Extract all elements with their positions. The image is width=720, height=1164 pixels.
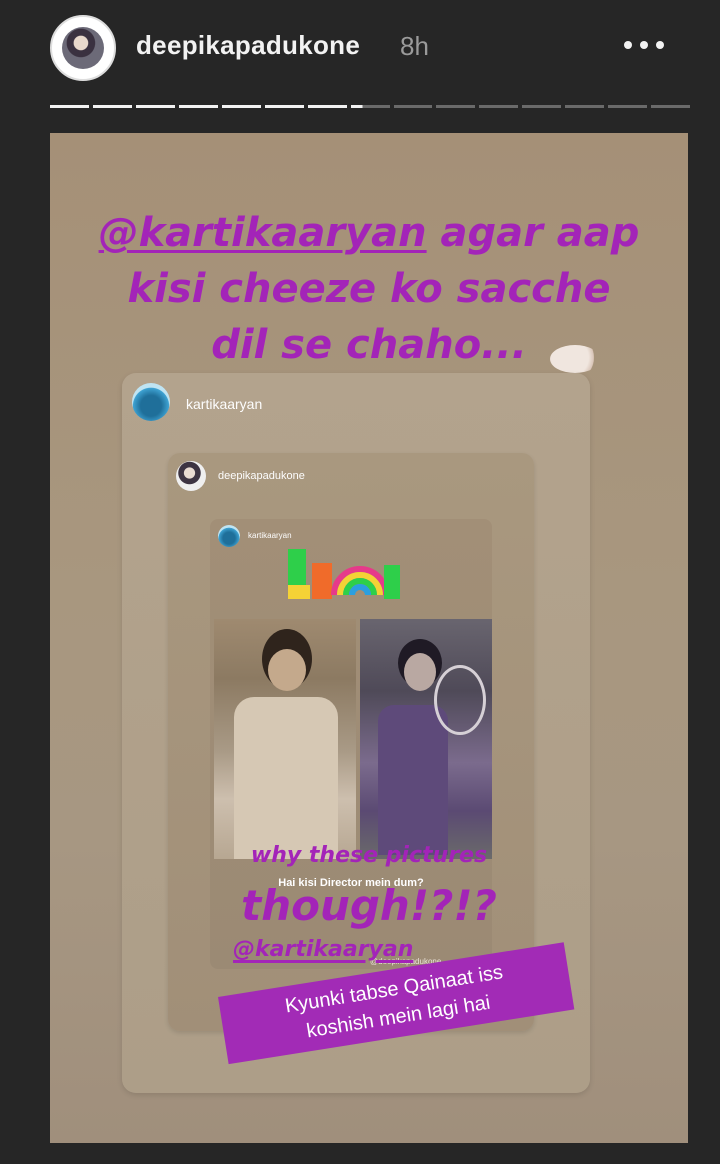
progress-segment — [264, 105, 304, 108]
story-progress-bar — [50, 105, 691, 109]
story-caption: @kartikaaryan agar aap kisi cheeze ko sa… — [50, 205, 688, 373]
story-frame[interactable]: @kartikaaryan agar aap kisi cheeze ko sa… — [50, 133, 688, 1143]
emoji-sticker — [550, 345, 600, 373]
badminton-photo — [360, 619, 492, 859]
colorful-logo-sticker — [288, 549, 400, 599]
repost-username: kartikaaryan — [186, 396, 263, 412]
avatar — [176, 461, 206, 491]
overlay-text-line2: though!?!? — [241, 881, 497, 930]
caption-mention[interactable]: @kartikaaryan — [99, 210, 427, 256]
more-dots-icon[interactable] — [620, 32, 670, 56]
progress-segment — [436, 105, 476, 108]
progress-segment — [307, 105, 347, 108]
progress-segment — [135, 105, 175, 108]
progress-segment — [393, 105, 433, 108]
overlay-text-line1: why these pictures — [250, 843, 488, 868]
vintage-photo — [214, 619, 356, 859]
overlay-mention[interactable]: @kartikaaryan — [233, 937, 413, 962]
time-ago: 8h — [400, 31, 429, 61]
progress-segment — [522, 105, 562, 108]
repost-username: kartikaaryan — [248, 531, 292, 540]
progress-segment — [565, 105, 605, 108]
progress-segment — [92, 105, 132, 108]
caption-line1-rest: agar aap — [426, 210, 640, 256]
username[interactable]: deepikapadukone — [136, 30, 360, 61]
progress-segment — [50, 105, 89, 108]
progress-segment — [651, 105, 691, 108]
repost-username: deepikapadukone — [218, 470, 305, 482]
avatar — [218, 525, 240, 547]
caption-line-2: kisi cheeze ko sacche — [127, 266, 611, 312]
progress-segment — [350, 105, 390, 108]
profile-avatar[interactable] — [50, 15, 116, 81]
progress-segment — [221, 105, 261, 108]
progress-segment — [479, 105, 519, 108]
story-header: deepikapadukone 8h — [0, 0, 720, 100]
progress-segment — [608, 105, 648, 108]
progress-segment — [178, 105, 218, 108]
avatar — [132, 383, 170, 421]
